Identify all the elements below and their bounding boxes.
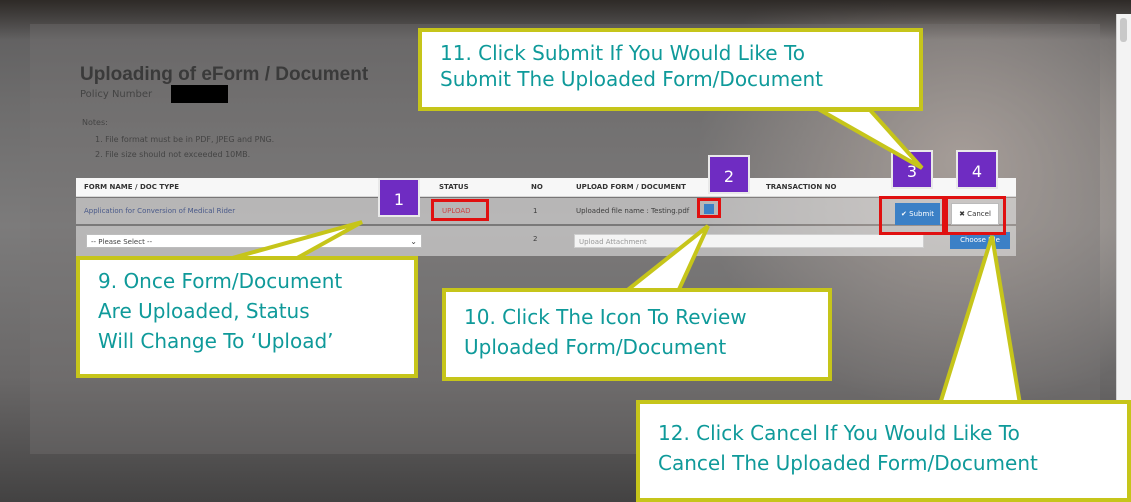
uploaded-file-cell: Uploaded file name : Testing.pdf <box>576 207 690 215</box>
callout-9-line: Will Change To ‘Upload’ <box>98 329 334 353</box>
col-no: NO <box>531 183 543 191</box>
scrollbar-thumb[interactable] <box>1120 18 1127 42</box>
callout-11-line: Submit The Uploaded Form/Document <box>440 67 824 91</box>
col-upload: UPLOAD FORM / DOCUMENT <box>576 183 686 191</box>
upload-table: FORM NAME / DOC TYPE STATUS NO UPLOAD FO… <box>76 178 1016 266</box>
marker-2: 2 <box>708 155 750 194</box>
table-header: FORM NAME / DOC TYPE STATUS NO UPLOAD FO… <box>76 178 1016 197</box>
callout-10: 10. Click The Icon To Review Uploaded Fo… <box>442 288 832 381</box>
callout-10-line: 10. Click The Icon To Review <box>464 305 747 329</box>
marker-4: 4 <box>956 150 998 189</box>
policy-number-label: Policy Number <box>80 89 153 100</box>
callout-12: 12. Click Cancel If You Would Like To Ca… <box>636 400 1131 502</box>
doc-type-select-value: -- Please Select -- <box>91 238 153 246</box>
col-transaction-no: TRANSACTION NO <box>766 183 837 191</box>
callout-11-line: 11. Click Submit If You Would Like To <box>440 41 806 65</box>
policy-number-redacted <box>171 85 228 103</box>
dialog-title: Uploading of eForm / Document <box>80 64 369 85</box>
status-highlight <box>431 199 489 221</box>
col-form-name: FORM NAME / DOC TYPE <box>84 183 180 191</box>
no-cell: 1 <box>533 207 538 215</box>
notes-header: Notes: <box>82 118 108 127</box>
callout-10-line: Uploaded Form/Document <box>464 335 727 359</box>
doc-type-select[interactable]: -- Please Select -- ⌄ <box>86 234 422 248</box>
callout-9: 9. Once Form/Document Are Uploaded, Stat… <box>76 256 418 378</box>
col-status: STATUS <box>439 183 469 191</box>
submit-highlight <box>879 196 945 235</box>
table-row: Application for Conversion of Medical Ri… <box>76 198 1016 224</box>
no-cell: 2 <box>533 235 538 243</box>
callout-9-line: 9. Once Form/Document <box>98 269 343 293</box>
note-item: 1. File format must be in PDF, JPEG and … <box>95 135 275 144</box>
marker-3: 3 <box>891 150 933 189</box>
marker-1: 1 <box>378 178 420 217</box>
callout-12-line: 12. Click Cancel If You Would Like To <box>658 421 1020 445</box>
callout-12-line: Cancel The Uploaded Form/Document <box>658 451 1038 475</box>
chevron-down-icon: ⌄ <box>410 237 417 246</box>
table-row: -- Please Select -- ⌄ 2 Upload Attachmen… <box>76 226 1016 256</box>
form-name-cell: Application for Conversion of Medical Ri… <box>84 207 236 215</box>
cancel-highlight <box>945 196 1006 235</box>
view-icon-highlight <box>697 198 721 218</box>
callout-11: 11. Click Submit If You Would Like To Su… <box>418 28 923 111</box>
callout-9-line: Are Uploaded, Status <box>98 299 310 323</box>
upload-attachment-input[interactable]: Upload Attachment <box>574 234 924 248</box>
note-item: 2. File size should not exceeded 10MB. <box>95 150 251 159</box>
